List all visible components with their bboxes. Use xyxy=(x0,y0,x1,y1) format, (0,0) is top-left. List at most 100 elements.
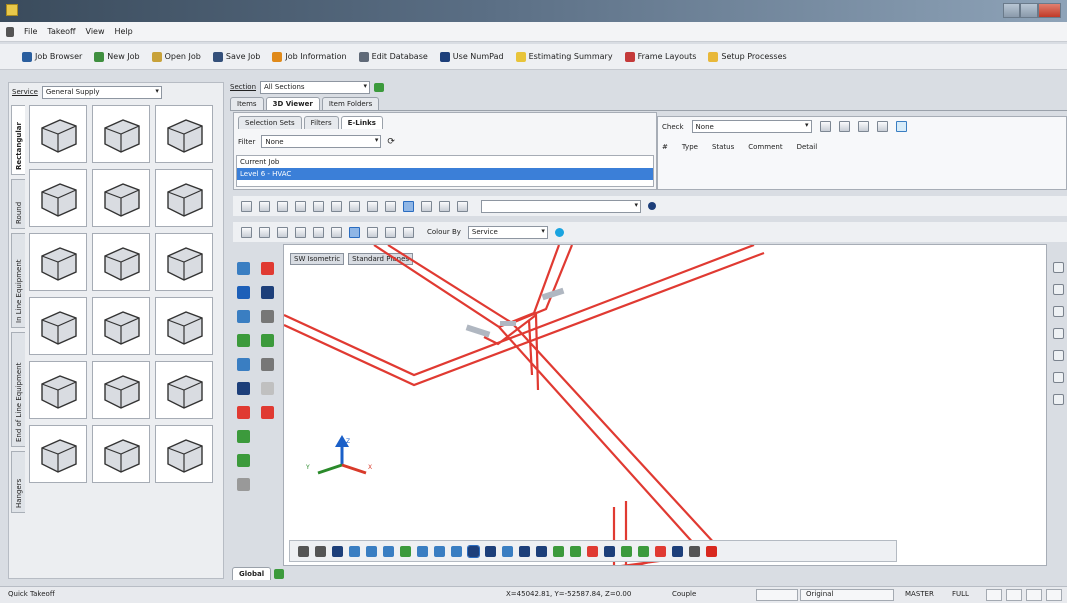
draw-tool-24-icon[interactable] xyxy=(706,545,717,557)
view-tool-2-icon[interactable] xyxy=(277,200,288,212)
render-tool-9-icon[interactable] xyxy=(403,226,414,238)
tab-selection-sets[interactable]: Selection Sets xyxy=(238,116,302,129)
side-tool-2-icon[interactable] xyxy=(237,286,250,299)
status-toggle-1[interactable] xyxy=(986,589,1002,601)
maximize-button[interactable] xyxy=(1020,3,1038,18)
diffuser-fitting[interactable] xyxy=(92,425,150,483)
right-tool-3-icon[interactable] xyxy=(1053,328,1064,339)
render-tool-7-icon[interactable] xyxy=(367,226,378,238)
render-tool-0-icon[interactable] xyxy=(241,226,252,238)
view-tool-3-icon[interactable] xyxy=(295,200,306,212)
square-to-square-fitting[interactable] xyxy=(92,169,150,227)
draw-tool-10-icon[interactable] xyxy=(467,544,480,558)
draw-tool-12-icon[interactable] xyxy=(502,545,513,557)
draw-tool-22-icon[interactable] xyxy=(672,545,683,557)
render-tool-2-icon[interactable] xyxy=(277,226,288,238)
menu-takeoff[interactable]: Takeoff xyxy=(47,27,75,36)
view-tool-11-icon[interactable] xyxy=(439,200,450,212)
side-tool-0-icon[interactable] xyxy=(237,262,250,275)
tab-global[interactable]: Global xyxy=(232,567,272,580)
menu-view[interactable]: View xyxy=(86,27,105,36)
side-tool-8-icon[interactable] xyxy=(237,358,250,371)
view-tool-7-icon[interactable] xyxy=(367,200,378,212)
check-options-icon[interactable] xyxy=(895,121,907,132)
check-clear-icon[interactable] xyxy=(857,121,869,132)
col-detail[interactable]: Detail xyxy=(797,143,818,151)
draw-tool-9-icon[interactable] xyxy=(451,545,462,557)
right-tool-1-icon[interactable] xyxy=(1053,284,1064,295)
close-button[interactable] xyxy=(1037,3,1061,18)
draw-tool-11-icon[interactable] xyxy=(485,545,496,557)
side-tool-16-icon[interactable] xyxy=(237,454,250,467)
render-tool-8-icon[interactable] xyxy=(385,226,396,238)
draw-tool-18-icon[interactable] xyxy=(604,545,615,557)
draw-tool-17-icon[interactable] xyxy=(587,545,598,557)
plenum-box-fitting[interactable] xyxy=(155,361,213,419)
view-tool-12-icon[interactable] xyxy=(457,200,468,212)
check-run-icon[interactable] xyxy=(819,121,831,132)
fan-coil-fitting[interactable] xyxy=(155,425,213,483)
minimize-button[interactable] xyxy=(1003,3,1021,18)
view-tool-5-icon[interactable] xyxy=(331,200,342,212)
toolbar-button-9[interactable]: Setup Processes xyxy=(708,51,787,62)
view-tool-6-icon[interactable] xyxy=(349,200,360,212)
refresh-icon[interactable]: ⟳ xyxy=(387,137,395,147)
toolbar-button-0[interactable]: Job Browser xyxy=(22,51,82,62)
col-comment[interactable]: Comment xyxy=(748,143,782,151)
side-tool-9-icon[interactable] xyxy=(261,358,274,371)
draw-tool-21-icon[interactable] xyxy=(655,545,666,557)
view-tool-8-icon[interactable] xyxy=(385,200,396,212)
filter-select[interactable]: None xyxy=(261,135,382,148)
transition-offset-fitting[interactable] xyxy=(29,169,87,227)
radius-elbow-fitting[interactable] xyxy=(29,297,87,355)
draw-tool-20-icon[interactable] xyxy=(638,545,649,557)
status-toggle-4[interactable] xyxy=(1046,589,1062,601)
duct-end-e-fitting[interactable] xyxy=(29,361,87,419)
menu-file[interactable]: File xyxy=(24,27,37,36)
side-tool-7-icon[interactable] xyxy=(261,334,274,347)
tab-items[interactable]: Items xyxy=(230,97,264,110)
status-toggle-3[interactable] xyxy=(1026,589,1042,601)
toolbar-button-7[interactable]: Estimating Summary xyxy=(515,51,613,62)
side-tool-1-icon[interactable] xyxy=(261,262,274,275)
toolbar-button-8[interactable]: Frame Layouts xyxy=(624,51,696,62)
toolbar-button-5[interactable]: Edit Database xyxy=(358,51,428,62)
view-mode-apply-icon[interactable] xyxy=(648,202,656,210)
right-tool-4-icon[interactable] xyxy=(1053,350,1064,361)
draw-tool-5-icon[interactable] xyxy=(383,545,394,557)
render-tool-1-icon[interactable] xyxy=(259,226,270,238)
square-damper-fitting[interactable] xyxy=(92,105,150,163)
draw-tool-13-icon[interactable] xyxy=(519,545,530,557)
view-tool-9-icon[interactable] xyxy=(403,200,414,212)
toolbar-button-2[interactable]: Open Job xyxy=(151,51,201,62)
tab-rectangular[interactable]: Rectangular xyxy=(11,105,25,175)
side-tool-13-icon[interactable] xyxy=(261,406,274,419)
side-tool-10-icon[interactable] xyxy=(237,382,250,395)
grille-fitting[interactable] xyxy=(29,425,87,483)
elbow-fitting[interactable] xyxy=(155,105,213,163)
branch-tee-fitting[interactable] xyxy=(155,169,213,227)
tab-round[interactable]: Round xyxy=(11,179,25,229)
hood-fitting[interactable] xyxy=(155,297,213,355)
colour-apply-icon[interactable] xyxy=(554,227,564,237)
side-tool-18-icon[interactable] xyxy=(237,478,250,491)
end-cap-fitting[interactable] xyxy=(155,233,213,291)
tab-item-folders[interactable]: Item Folders xyxy=(321,97,380,110)
global-add-icon[interactable] xyxy=(274,568,285,579)
draw-tool-15-icon[interactable] xyxy=(553,545,564,557)
side-tool-3-icon[interactable] xyxy=(261,286,274,299)
list-item-level-6[interactable]: Level 6 - HVAC xyxy=(237,168,653,180)
side-tool-5-icon[interactable] xyxy=(261,310,274,323)
render-tool-6-icon[interactable] xyxy=(349,226,360,238)
3d-viewport[interactable]: SW Isometric Standard Planes Z Y X xyxy=(283,244,1047,566)
side-tool-14-icon[interactable] xyxy=(237,430,250,443)
col-number[interactable]: # xyxy=(662,143,668,151)
right-tool-0-icon[interactable] xyxy=(1053,262,1064,273)
draw-tool-14-icon[interactable] xyxy=(536,545,547,557)
side-tool-4-icon[interactable] xyxy=(237,310,250,323)
render-tool-3-icon[interactable] xyxy=(295,226,306,238)
draw-tool-1-icon[interactable] xyxy=(315,545,326,557)
right-tool-2-icon[interactable] xyxy=(1053,306,1064,317)
view-tool-10-icon[interactable] xyxy=(421,200,432,212)
check-next-icon[interactable] xyxy=(876,121,888,132)
